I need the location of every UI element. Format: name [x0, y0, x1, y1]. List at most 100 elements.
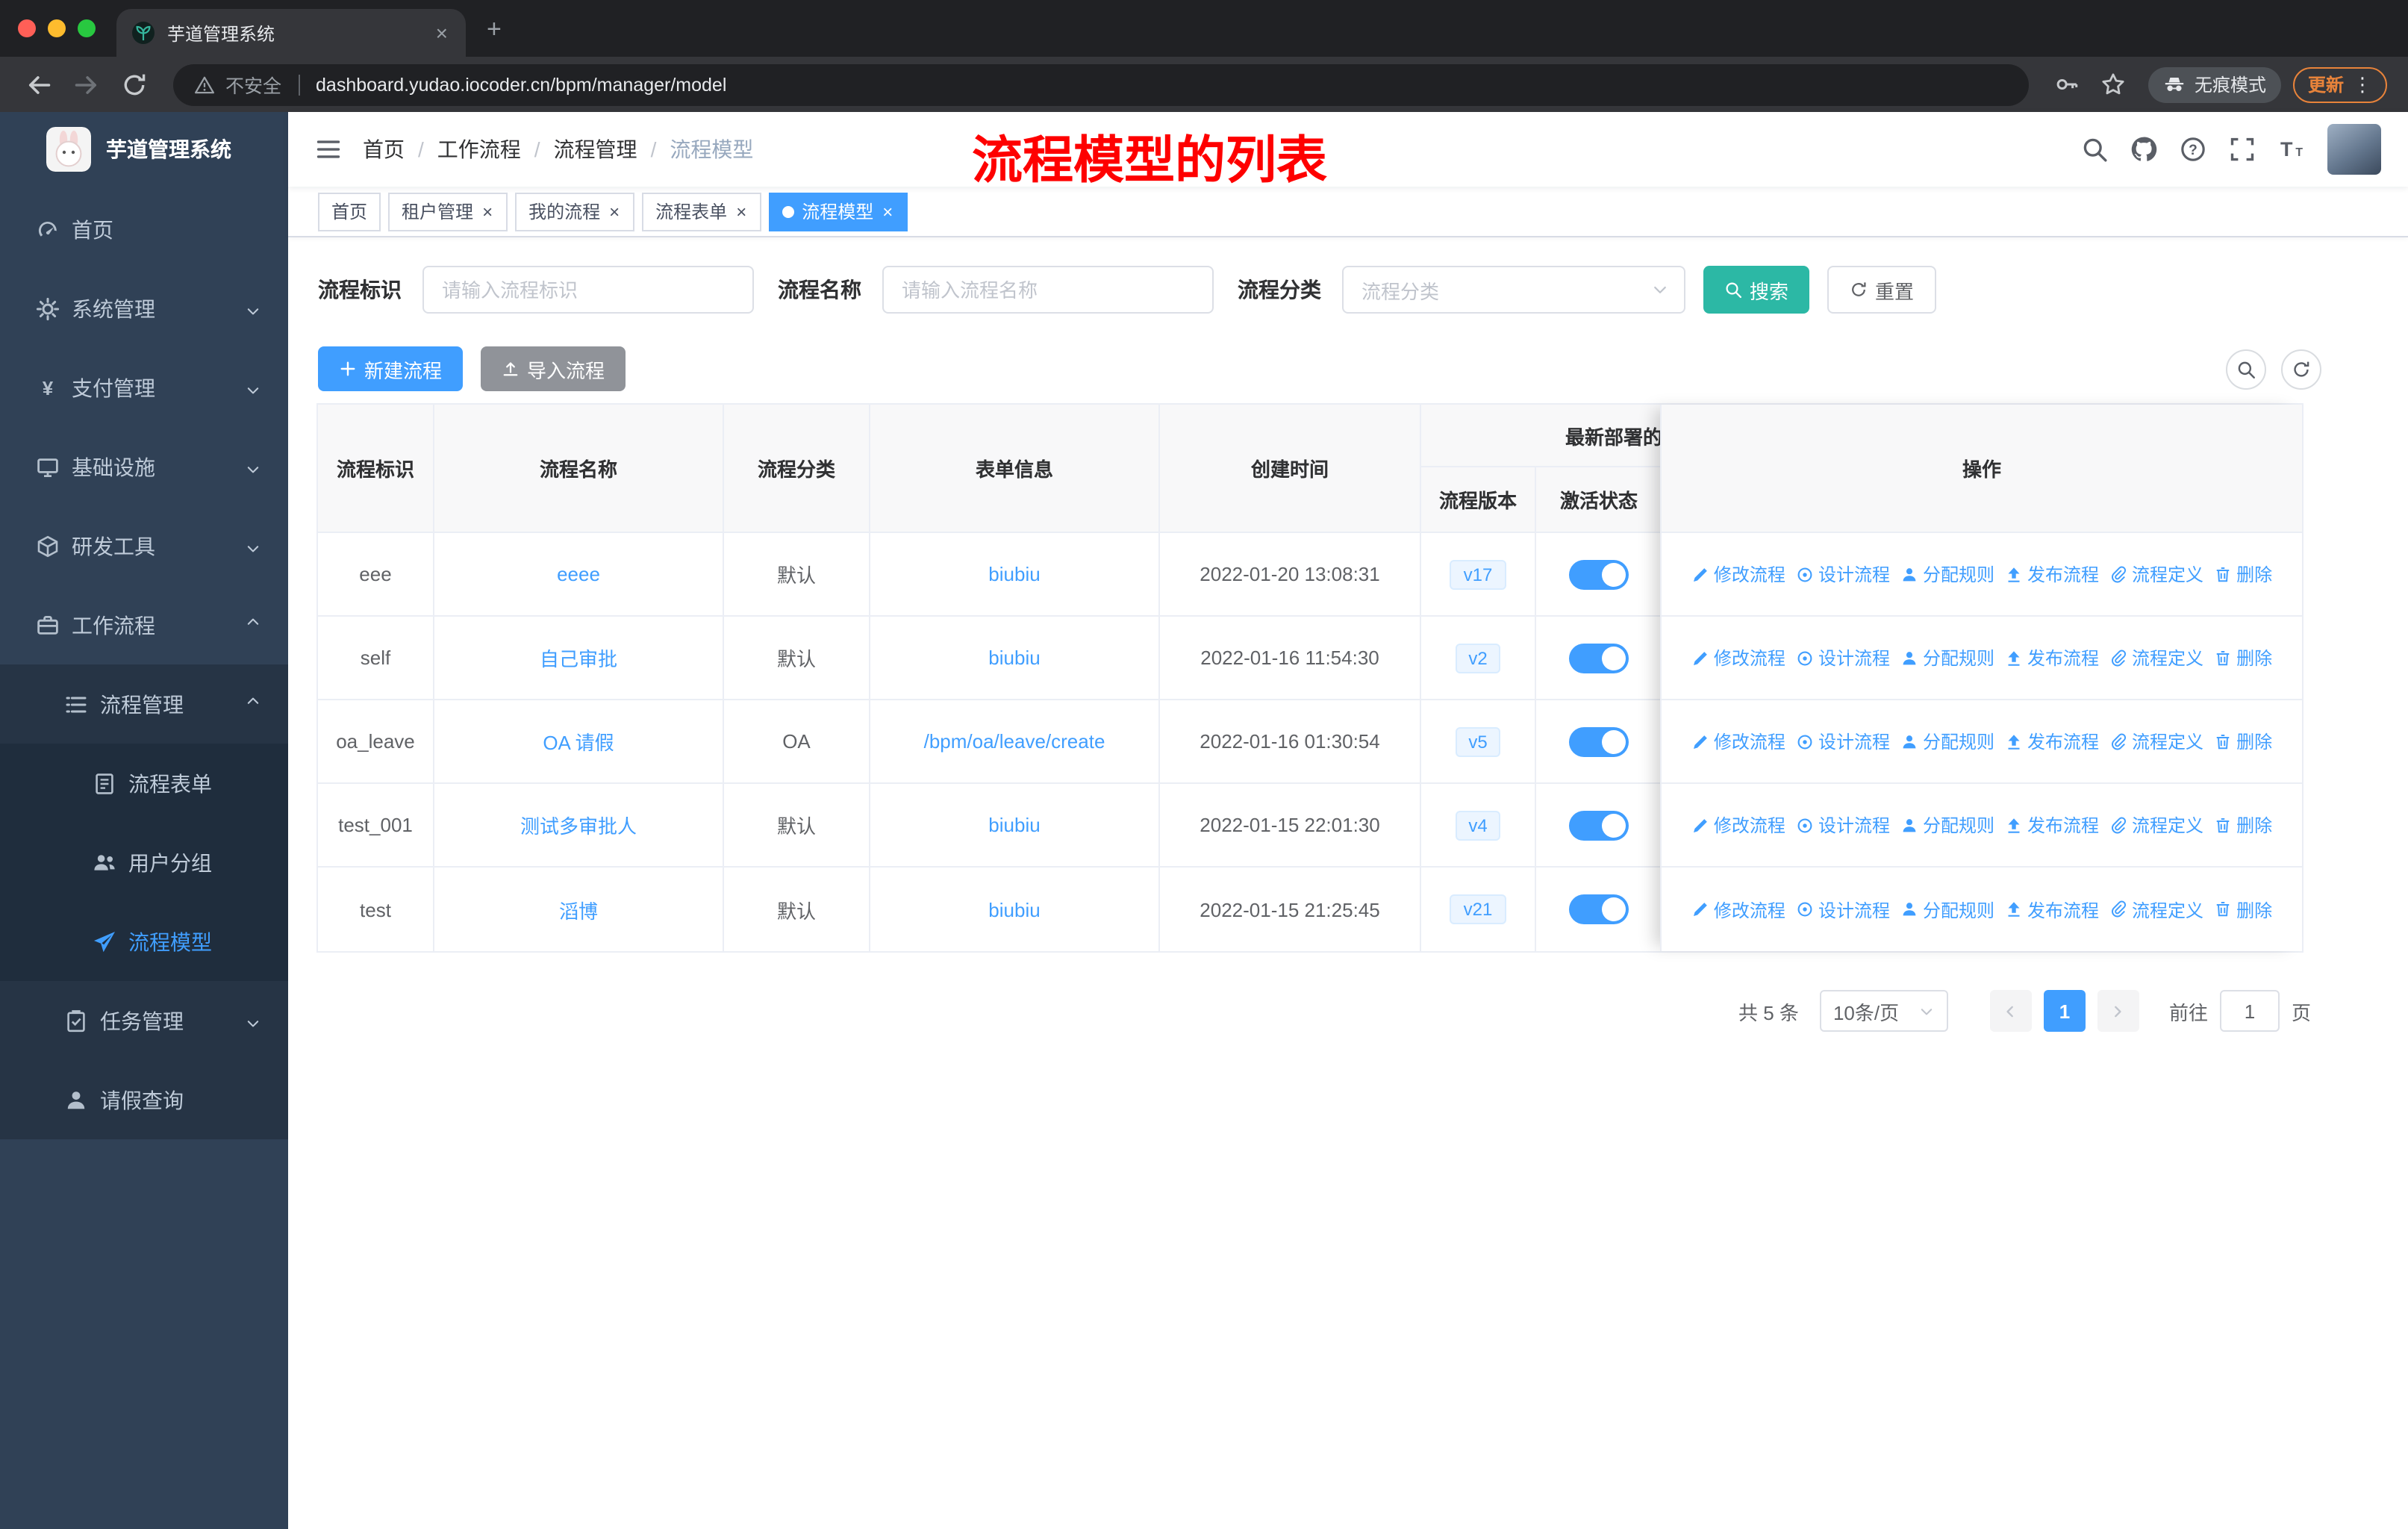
action-delete-link[interactable]: 删除 — [2214, 897, 2272, 922]
action-assign-link[interactable]: 分配规则 — [1900, 645, 1994, 670]
action-edit-link[interactable]: 修改流程 — [1691, 561, 1785, 587]
form-info-link[interactable]: biubiu — [988, 898, 1040, 921]
action-assign-link[interactable]: 分配规则 — [1900, 561, 1994, 587]
github-icon[interactable] — [2130, 136, 2157, 163]
prev-page-button[interactable] — [1989, 990, 2032, 1032]
page-size-select[interactable]: 10条/页 — [1819, 990, 1948, 1032]
action-publish-link[interactable]: 发布流程 — [2005, 729, 2099, 754]
form-info-link[interactable]: biubiu — [988, 563, 1040, 585]
category-select[interactable]: 流程分类 — [1342, 266, 1685, 314]
back-icon[interactable] — [25, 71, 52, 98]
import-process-button[interactable]: 导入流程 — [481, 346, 626, 391]
hamburger-icon[interactable] — [315, 136, 342, 163]
sidebar-item-form[interactable]: 流程表单 — [0, 744, 288, 823]
reset-button[interactable]: 重置 — [1827, 266, 1937, 314]
breadcrumb-item[interactable]: 首页 — [363, 134, 405, 164]
next-page-button[interactable] — [2097, 990, 2139, 1032]
page-number-button[interactable]: 1 — [2043, 990, 2086, 1032]
process-id-input[interactable] — [422, 266, 754, 314]
browser-tab[interactable]: 芋道管理系统 × — [116, 9, 466, 57]
tag-close-icon[interactable]: × — [734, 202, 748, 220]
reload-icon[interactable] — [121, 71, 148, 98]
forward-icon[interactable] — [73, 71, 100, 98]
sidebar-item-users[interactable]: 用户分组 — [0, 823, 288, 902]
active-toggle[interactable] — [1569, 810, 1629, 840]
action-edit-link[interactable]: 修改流程 — [1691, 729, 1785, 754]
browser-menu-icon[interactable]: ⋮ — [2353, 72, 2372, 96]
sidebar-item-user[interactable]: 请假查询 — [0, 1060, 288, 1139]
action-delete-link[interactable]: 删除 — [2214, 729, 2272, 754]
key-icon[interactable] — [2054, 72, 2080, 97]
active-toggle[interactable] — [1569, 643, 1629, 673]
breadcrumb-item[interactable]: 流程管理 — [554, 134, 637, 164]
browser-update-button[interactable]: 更新 ⋮ — [2292, 66, 2387, 102]
toggle-search-button[interactable] — [2226, 349, 2266, 389]
action-definition-link[interactable]: 流程定义 — [2109, 729, 2203, 754]
action-publish-link[interactable]: 发布流程 — [2005, 812, 2099, 838]
sidebar-item-workflow[interactable]: 工作流程 — [0, 585, 288, 664]
sidebar-item-gear[interactable]: 系统管理 — [0, 269, 288, 348]
sidebar-item-list[interactable]: 流程管理 — [0, 664, 288, 744]
action-definition-link[interactable]: 流程定义 — [2109, 561, 2203, 587]
process-name-input[interactable] — [882, 266, 1214, 314]
create-process-button[interactable]: 新建流程 — [318, 346, 464, 391]
tag-item[interactable]: 首页 — [318, 192, 381, 231]
model-name-link[interactable]: 测试多审批人 — [520, 811, 637, 839]
tag-close-icon[interactable]: × — [481, 202, 494, 220]
action-publish-link[interactable]: 发布流程 — [2005, 897, 2099, 922]
new-tab-button[interactable]: + — [487, 15, 502, 45]
maximize-window-button[interactable] — [78, 19, 96, 37]
action-design-link[interactable]: 设计流程 — [1796, 812, 1890, 838]
action-definition-link[interactable]: 流程定义 — [2109, 645, 2203, 670]
refresh-table-button[interactable] — [2281, 349, 2321, 389]
action-assign-link[interactable]: 分配规则 — [1900, 897, 1994, 922]
sidebar-item-model[interactable]: 流程模型 — [0, 902, 288, 981]
sidebar-item-task[interactable]: 任务管理 — [0, 981, 288, 1060]
action-assign-link[interactable]: 分配规则 — [1900, 729, 1994, 754]
action-publish-link[interactable]: 发布流程 — [2005, 645, 2099, 670]
action-delete-link[interactable]: 删除 — [2214, 812, 2272, 838]
active-toggle[interactable] — [1569, 559, 1629, 589]
action-delete-link[interactable]: 删除 — [2214, 645, 2272, 670]
tag-close-icon[interactable]: × — [881, 202, 894, 220]
action-design-link[interactable]: 设计流程 — [1796, 645, 1890, 670]
tag-item[interactable]: 我的流程 × — [515, 192, 635, 231]
bookmark-star-icon[interactable] — [2100, 72, 2126, 97]
action-design-link[interactable]: 设计流程 — [1796, 897, 1890, 922]
tag-item[interactable]: 流程模型 × — [769, 192, 908, 231]
form-info-link[interactable]: /bpm/oa/leave/create — [924, 730, 1105, 753]
action-assign-link[interactable]: 分配规则 — [1900, 812, 1994, 838]
action-definition-link[interactable]: 流程定义 — [2109, 897, 2203, 922]
form-info-link[interactable]: biubiu — [988, 647, 1040, 669]
action-edit-link[interactable]: 修改流程 — [1691, 897, 1785, 922]
search-button[interactable]: 搜索 — [1703, 266, 1810, 314]
tag-close-icon[interactable]: × — [608, 202, 621, 220]
action-definition-link[interactable]: 流程定义 — [2109, 812, 2203, 838]
model-name-link[interactable]: 滔博 — [559, 895, 598, 924]
action-publish-link[interactable]: 发布流程 — [2005, 561, 2099, 587]
sidebar-item-tool[interactable]: 研发工具 — [0, 506, 288, 585]
font-size-icon[interactable]: TT — [2278, 136, 2305, 163]
tag-item[interactable]: 流程表单 × — [642, 192, 762, 231]
model-name-link[interactable]: 自己审批 — [540, 644, 617, 672]
sidebar-item-yen[interactable]: ¥ 支付管理 — [0, 348, 288, 427]
model-name-link[interactable]: OA 请假 — [543, 727, 614, 756]
fullscreen-icon[interactable] — [2229, 136, 2256, 163]
search-icon[interactable] — [2081, 136, 2108, 163]
action-delete-link[interactable]: 删除 — [2214, 561, 2272, 587]
action-design-link[interactable]: 设计流程 — [1796, 729, 1890, 754]
action-edit-link[interactable]: 修改流程 — [1691, 645, 1785, 670]
action-edit-link[interactable]: 修改流程 — [1691, 812, 1785, 838]
active-toggle[interactable] — [1569, 726, 1629, 756]
model-name-link[interactable]: eeee — [557, 563, 600, 585]
sidebar-item-infra[interactable]: 基础设施 — [0, 427, 288, 506]
avatar[interactable] — [2327, 124, 2381, 175]
url-text[interactable]: dashboard.yudao.iocoder.cn/bpm/manager/m… — [316, 74, 726, 95]
form-info-link[interactable]: biubiu — [988, 814, 1040, 836]
minimize-window-button[interactable] — [48, 19, 66, 37]
breadcrumb-item[interactable]: 工作流程 — [437, 134, 521, 164]
sidebar-item-dashboard[interactable]: 首页 — [0, 190, 288, 269]
url-bar[interactable]: 不安全 dashboard.yudao.iocoder.cn/bpm/manag… — [173, 63, 2029, 105]
security-label[interactable]: 不安全 — [225, 70, 281, 99]
help-icon[interactable]: ? — [2180, 136, 2206, 163]
